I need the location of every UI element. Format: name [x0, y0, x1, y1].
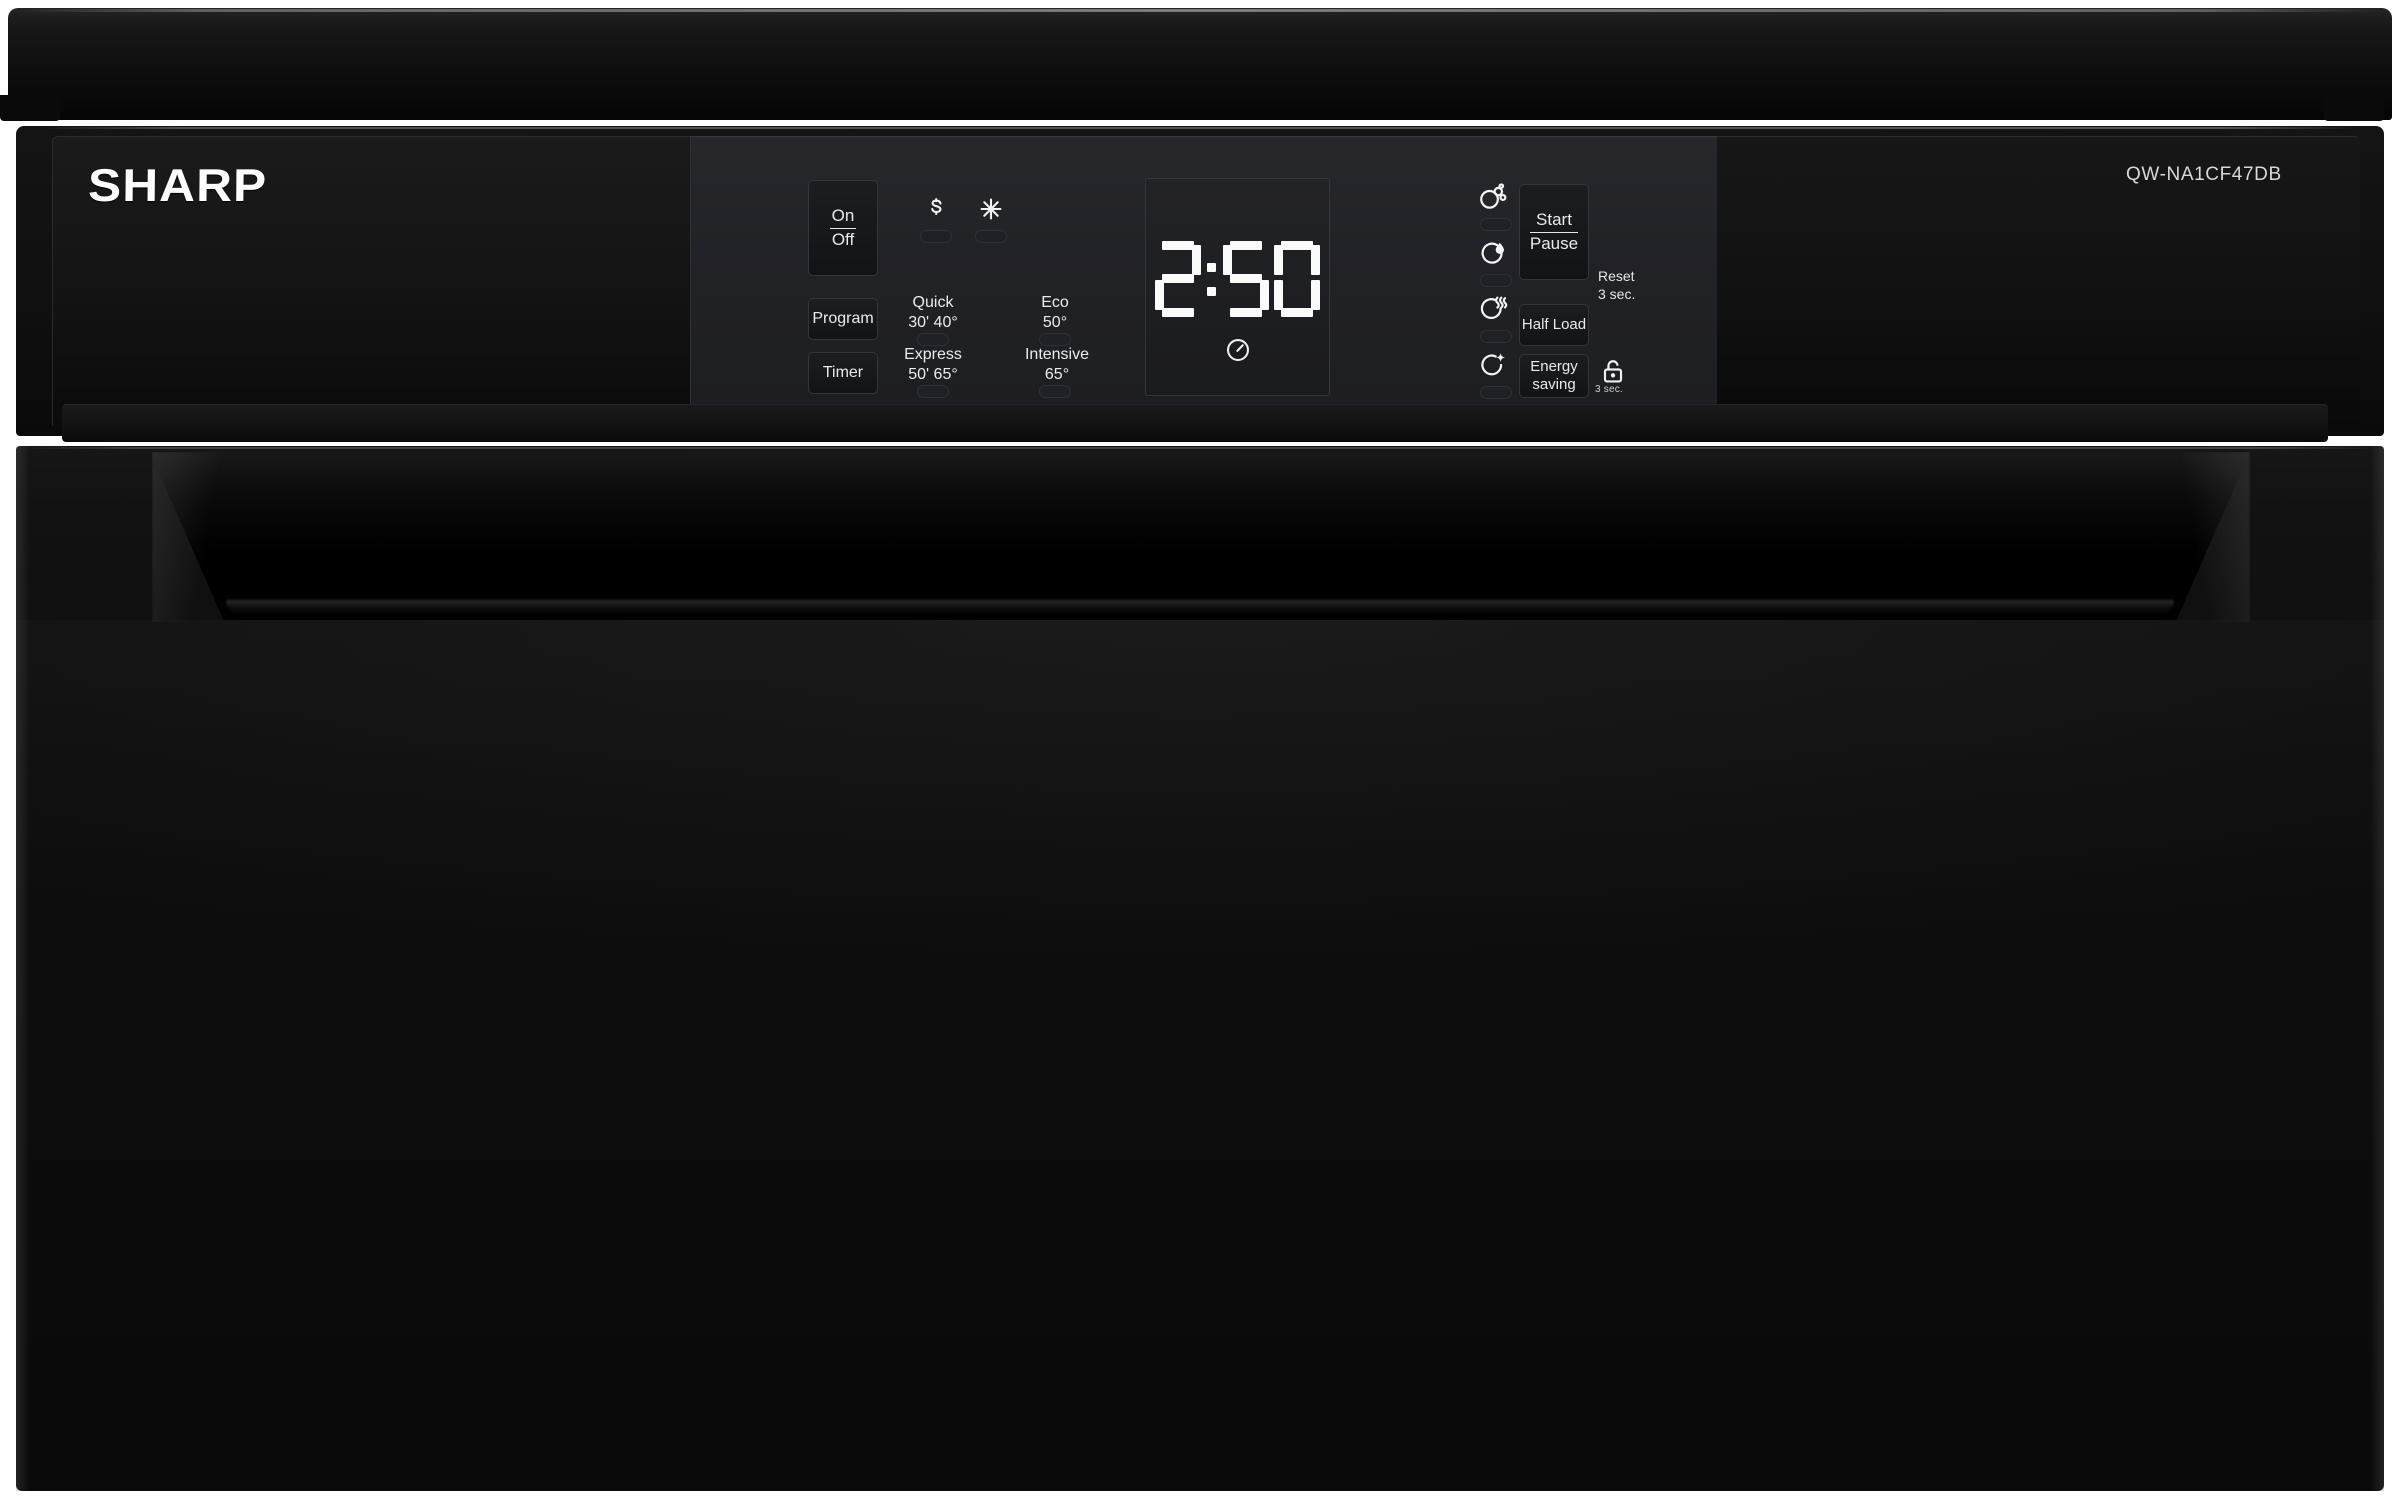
phase-led-wash [1480, 218, 1512, 231]
rinse-aid-icon [978, 196, 1004, 222]
program-quick-name: Quick [912, 294, 954, 311]
fascia-bottom-rail [62, 404, 2328, 442]
program-eco-name: Eco [1041, 294, 1069, 311]
display-colon [1206, 241, 1218, 317]
display-digit-hours [1155, 241, 1201, 317]
salt-indicator-led [920, 230, 952, 243]
reset-caption: Reset 3 sec. [1598, 268, 1635, 303]
rinse-aid-indicator-led [975, 230, 1007, 243]
phase-led-rinse [1480, 274, 1512, 287]
salt-icon [923, 196, 949, 222]
half-load-button[interactable]: Half Load [1519, 304, 1589, 346]
start-pause-button[interactable]: Start Pause [1519, 184, 1589, 280]
display-digit-minutes-tens [1223, 241, 1269, 317]
reset-caption-line1: Reset [1598, 268, 1635, 284]
power-on-off-button[interactable]: On Off [808, 180, 878, 276]
door-handle-lip [226, 600, 2174, 616]
program-express-name: Express [904, 346, 962, 363]
clock-icon [1225, 337, 1251, 363]
timer-button-label: Timer [822, 363, 864, 381]
child-lock-icon [1600, 358, 1626, 384]
timer-button[interactable]: Timer [808, 352, 878, 394]
time-display-window: 2:50 [1145, 178, 1330, 396]
program-button[interactable]: Program [808, 298, 878, 340]
seven-segment-readout [1146, 241, 1329, 317]
program-led-intensive [1039, 385, 1071, 398]
program-intensive-name: Intensive [1024, 346, 1090, 363]
top-cap-notch-right [2324, 95, 2384, 121]
door-left-edge [16, 446, 30, 1491]
door-right-edge [2370, 446, 2384, 1491]
pause-button-label: Pause [1529, 233, 1579, 253]
program-intensive-spec: 65° [1044, 366, 1070, 384]
program-label-express: Express 50' 65° [876, 345, 990, 386]
reset-caption-line2: 3 sec. [1598, 285, 1636, 302]
program-label-eco: Eco 50° [1000, 293, 1110, 334]
energy-saving-label-line1: Energy [1530, 358, 1578, 376]
fascia-top-highlight [40, 127, 2360, 129]
wash-bubbles-icon [1478, 182, 1508, 212]
rinse-droplet-icon [1478, 238, 1508, 268]
appliance-top-cap [8, 8, 2392, 120]
program-label-quick: Quick 30' 40° [878, 293, 988, 334]
top-cap-highlight [18, 9, 2378, 12]
end-sparkle-icon [1478, 350, 1508, 380]
start-button-label: Start [1529, 210, 1579, 233]
program-express-spec: 50' 65° [908, 366, 958, 384]
energy-saving-button[interactable]: Energy saving [1519, 354, 1589, 398]
power-button-off-label: Off [831, 229, 855, 249]
power-button-on-label: On [829, 206, 857, 229]
door-handle-pocket-shading [150, 452, 2250, 620]
half-load-button-label: Half Load [1521, 316, 1587, 334]
program-button-label: Program [812, 309, 874, 327]
energy-saving-label-line2: saving [1532, 376, 1576, 393]
program-quick-spec: 30' 40° [908, 314, 958, 332]
child-lock-caption: 3 sec. [1595, 384, 1623, 395]
phase-led-end [1480, 386, 1512, 399]
top-cap-notch-left [0, 95, 60, 121]
model-number-label: QW-NA1CF47DB [2126, 164, 2282, 185]
sharp-brand-logo: SHARP [87, 159, 268, 211]
dry-steam-icon [1478, 294, 1508, 324]
display-digit-minutes-units [1274, 241, 1320, 317]
phase-led-dry [1480, 330, 1512, 343]
program-label-intensive: Intensive 65° [998, 345, 1116, 386]
door-top-highlight [22, 447, 2378, 449]
program-eco-spec: 50° [1042, 314, 1068, 332]
program-led-express [917, 385, 949, 398]
dishwasher-product-image: SHARP QW-NA1CF47DB On Off Program Timer [0, 0, 2400, 1504]
